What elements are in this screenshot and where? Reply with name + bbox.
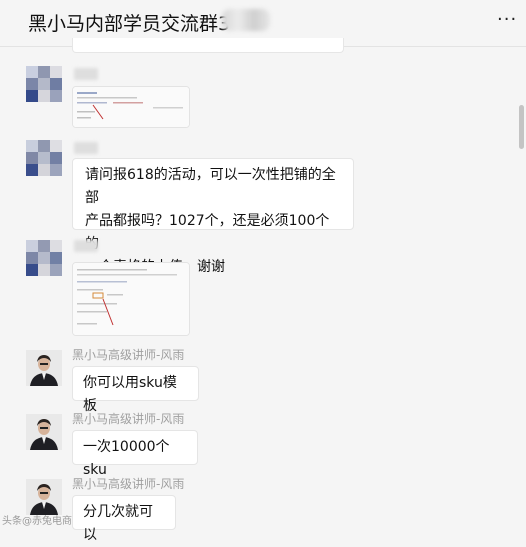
person-icon: [26, 479, 62, 515]
text-message-bubble[interactable]: 请问报618的活动，可以一次性把铺的全部 产品都报吗？1027个，还是必须100…: [72, 158, 354, 275]
message-text: 分几次就可以: [83, 504, 153, 543]
lecturer-avatar[interactable]: [26, 350, 62, 386]
text-message-bubble[interactable]: 一次10000个sku: [72, 430, 198, 478]
blurred-sender-name: [74, 142, 98, 154]
screenshot-image-message[interactable]: [72, 86, 190, 128]
blurred-avatar[interactable]: [26, 240, 62, 276]
blurred-title-suffix: [222, 9, 270, 31]
scrollbar[interactable]: [518, 47, 526, 529]
watermark-text: 头条@赤兔电商: [2, 516, 72, 527]
blurred-sender-name: [74, 240, 98, 252]
person-icon: [26, 350, 62, 386]
person-icon: [26, 414, 62, 450]
screenshot-thumbnail: [73, 87, 189, 127]
text-message-bubble[interactable]: 你可以用sku模板: [72, 366, 199, 414]
blurred-sender-name: [74, 68, 98, 80]
blurred-avatar[interactable]: [26, 66, 62, 102]
sender-name: 黑小马高级讲师-风雨: [72, 348, 185, 362]
message-line: 产品都报吗？1027个，还是必须100个的: [85, 213, 330, 252]
more-icon[interactable]: ···: [497, 9, 517, 30]
lecturer-avatar[interactable]: [26, 414, 62, 450]
previous-message-bubble: [72, 38, 344, 53]
chat-title[interactable]: 黑小马内部学员交流群3: [28, 9, 230, 36]
message-line: 请问报618的活动，可以一次性把铺的全部: [85, 167, 336, 206]
message-text: 你可以用sku模板: [83, 375, 177, 414]
scrollbar-thumb[interactable]: [519, 105, 524, 149]
message-text: 一次10000个sku: [83, 439, 170, 478]
sender-name: 黑小马高级讲师-风雨: [72, 412, 185, 426]
sender-name: 黑小马高级讲师-风雨: [72, 477, 185, 491]
screenshot-image-message[interactable]: [72, 262, 190, 336]
lecturer-avatar[interactable]: [26, 479, 62, 515]
blurred-avatar[interactable]: [26, 140, 62, 176]
text-message-bubble[interactable]: 分几次就可以: [72, 495, 176, 543]
screenshot-thumbnail: [73, 263, 189, 335]
